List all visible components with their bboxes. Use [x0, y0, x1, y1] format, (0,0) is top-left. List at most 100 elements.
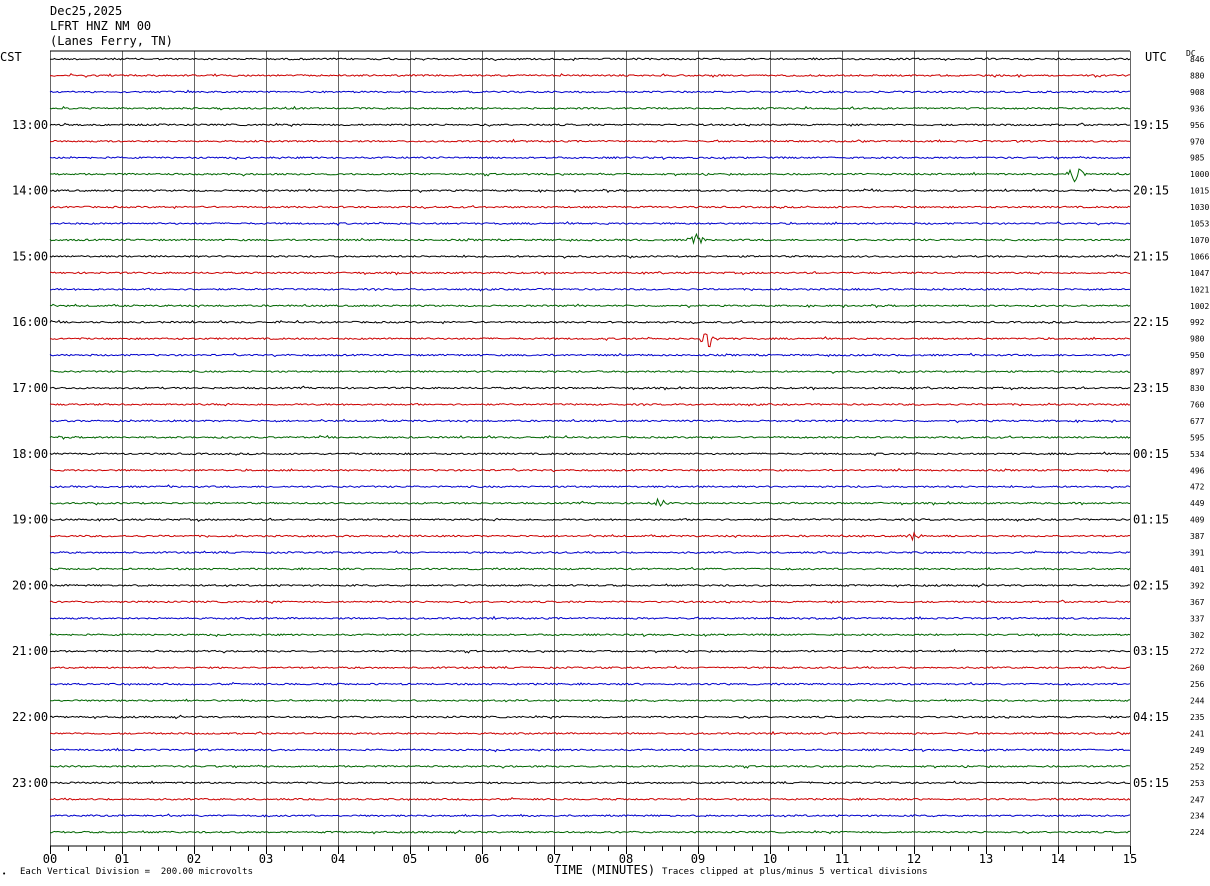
cst-hour-label: 17:00 — [12, 381, 48, 395]
dc-offset-label: 985 — [1190, 154, 1205, 163]
seismic-trace — [49, 402, 1131, 407]
seismic-trace — [49, 270, 1131, 276]
seismic-trace — [49, 484, 1131, 490]
seismic-trace — [49, 730, 1131, 736]
seismic-trace — [49, 648, 1131, 654]
dc-offset-label: 272 — [1190, 647, 1205, 656]
seismic-trace — [49, 204, 1131, 210]
dc-offset-label: 224 — [1190, 828, 1205, 837]
dc-offset-label: 253 — [1190, 779, 1205, 788]
seismic-trace — [49, 714, 1131, 720]
dc-offset-label: 1070 — [1190, 236, 1209, 245]
dc-offset-label: 534 — [1190, 450, 1205, 459]
cst-hour-label: 13:00 — [12, 118, 48, 132]
dc-offset-label: 908 — [1190, 88, 1205, 97]
dc-offset-label: 956 — [1190, 121, 1205, 130]
x-tick-label: 04 — [331, 852, 345, 866]
seismic-trace — [49, 385, 1131, 391]
cst-hour-label: 20:00 — [12, 578, 48, 592]
cst-hour-label: 15:00 — [12, 249, 48, 263]
dc-offset-label: 950 — [1190, 351, 1205, 360]
dc-offset-label: 260 — [1190, 664, 1205, 673]
dc-offset-label: 256 — [1190, 680, 1205, 689]
seismic-trace — [49, 105, 1131, 111]
seismic-trace — [49, 221, 1131, 226]
seismic-trace — [50, 57, 1131, 62]
seismic-trace — [50, 829, 1130, 835]
seismic-trace — [49, 418, 1131, 424]
cst-hour-label: 16:00 — [12, 315, 48, 329]
x-tick-label: 13 — [979, 852, 993, 866]
seismic-trace — [49, 566, 1131, 571]
seismic-trace — [50, 747, 1131, 753]
dc-offset-label: 449 — [1190, 499, 1205, 508]
x-tick-label: 12 — [907, 852, 921, 866]
seismic-trace — [49, 254, 1131, 259]
x-axis-title: TIME (MINUTES) — [554, 863, 656, 877]
dc-offset-label: 1002 — [1190, 302, 1209, 311]
seismic-trace — [50, 698, 1131, 703]
cst-hour-label: 22:00 — [12, 710, 48, 724]
x-tick-label: 09 — [691, 852, 705, 866]
seismic-trace — [49, 188, 1131, 194]
x-tick-label: 10 — [763, 852, 777, 866]
dc-offset-label: 897 — [1190, 368, 1205, 377]
seismic-trace — [49, 517, 1131, 523]
dc-offset-label: 235 — [1190, 713, 1205, 722]
seismic-trace — [49, 122, 1131, 128]
helicorder-plot: 8468809089369569709851000101510301053107… — [12, 50, 1209, 866]
dc-offset-label: 367 — [1190, 598, 1205, 607]
dc-offset-label: 401 — [1190, 565, 1205, 574]
seismic-trace — [49, 531, 1131, 542]
seismic-trace — [49, 797, 1131, 801]
dc-offset-label: 1021 — [1190, 285, 1209, 294]
dc-offset-label: 1066 — [1190, 252, 1209, 261]
dc-offset-label: 409 — [1190, 516, 1205, 525]
dc-offset-label: 846 — [1190, 55, 1205, 64]
x-tick-label: 11 — [835, 852, 849, 866]
seismic-trace — [49, 232, 1131, 245]
dc-offset-label: 1053 — [1190, 220, 1209, 229]
x-tick-label: 03 — [259, 852, 273, 866]
dc-offset-label: 387 — [1190, 532, 1205, 541]
seismic-trace — [49, 665, 1131, 670]
x-tick-label: 01 — [115, 852, 129, 866]
utc-hour-label: 21:15 — [1133, 249, 1169, 263]
dc-offset-label: 760 — [1190, 400, 1205, 409]
seismic-trace — [49, 599, 1131, 605]
utc-hour-label: 04:15 — [1133, 710, 1169, 724]
dc-offset-label: 496 — [1190, 466, 1205, 475]
dc-offset-label: 391 — [1190, 549, 1205, 558]
dc-offset-label: 595 — [1190, 433, 1205, 442]
seismic-trace — [50, 813, 1131, 818]
seismic-trace — [50, 138, 1131, 144]
dc-offset-label: 970 — [1190, 137, 1205, 146]
seismic-trace — [49, 764, 1131, 769]
seismic-trace — [49, 168, 1131, 183]
dc-offset-label: 880 — [1190, 71, 1205, 80]
utc-hour-label: 01:15 — [1133, 513, 1169, 527]
dc-offset-label: 677 — [1190, 417, 1205, 426]
dc-offset-label: 936 — [1190, 104, 1205, 113]
seismic-trace — [50, 780, 1131, 785]
utc-hour-label: 22:15 — [1133, 315, 1169, 329]
dc-offset-label: 252 — [1190, 762, 1205, 771]
dc-offset-label: 234 — [1190, 812, 1205, 821]
dc-offset-label: 1015 — [1190, 187, 1209, 196]
seismic-trace — [49, 681, 1131, 686]
seismic-trace — [49, 615, 1131, 621]
dc-offset-label: 1000 — [1190, 170, 1209, 179]
cst-hour-label: 18:00 — [12, 447, 48, 461]
dc-offset-label: 980 — [1190, 335, 1205, 344]
utc-hour-label: 05:15 — [1133, 776, 1169, 790]
cst-hour-label: 23:00 — [12, 776, 48, 790]
dc-offset-label: 249 — [1190, 746, 1205, 755]
x-tick-label: 06 — [475, 852, 489, 866]
dc-offset-label: 241 — [1190, 729, 1205, 738]
dc-offset-label: 1047 — [1190, 269, 1209, 278]
x-tick-label: 14 — [1051, 852, 1065, 866]
x-tick-label: 05 — [403, 852, 417, 866]
corner-mark: • — [2, 870, 7, 878]
seismic-trace — [49, 369, 1131, 374]
seismic-trace — [49, 550, 1131, 555]
